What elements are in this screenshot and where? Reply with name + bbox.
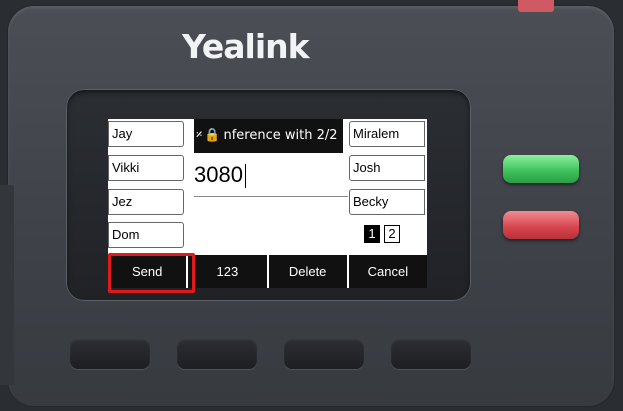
line-key-right-3[interactable]: Becky: [349, 189, 425, 215]
line-key-right-2[interactable]: Josh: [349, 155, 425, 181]
cancel-softkey[interactable]: Cancel: [348, 255, 427, 288]
line-key-left-2[interactable]: Vikki: [108, 155, 184, 181]
line-key-left-3[interactable]: Jez: [108, 189, 184, 215]
status-bar: 𝄎 🔒 nference with 2/2: [194, 119, 343, 153]
line-key-left-4[interactable]: Dom: [108, 222, 184, 248]
message-indicator-light: [518, 0, 554, 12]
brand-logo: Yealink: [182, 27, 310, 66]
dial-entry-value: 3080: [194, 162, 243, 187]
hardware-softkey-button-2[interactable]: [177, 339, 257, 369]
hardware-softkey-button-1[interactable]: [70, 339, 150, 369]
page-2-indicator[interactable]: 2: [384, 225, 400, 243]
answer-call-button[interactable]: [503, 155, 579, 183]
lock-icon: 🔒: [204, 128, 221, 143]
dial-entry-field[interactable]: 3080: [194, 154, 348, 196]
entry-underline: [194, 196, 348, 197]
hardware-softkey-button-4[interactable]: [391, 339, 471, 369]
hardware-softkey-button-3[interactable]: [284, 339, 364, 369]
numeric-mode-softkey[interactable]: 123: [188, 255, 267, 288]
page-indicator: 1 2: [364, 225, 400, 247]
send-highlight-box: [108, 253, 195, 293]
hangup-call-button[interactable]: [503, 211, 579, 239]
desk-edge: [0, 185, 14, 385]
line-key-left-1[interactable]: Jay: [108, 121, 184, 147]
status-title-row: 𝄎 🔒 nference with 2/2: [194, 119, 343, 153]
conference-title: nference with 2/2: [223, 128, 338, 143]
text-caret: [244, 164, 246, 189]
delete-softkey[interactable]: Delete: [268, 255, 347, 288]
line-key-right-1[interactable]: Miralem: [349, 121, 425, 147]
page-1-indicator[interactable]: 1: [364, 225, 380, 243]
headset-icon: 𝄎: [196, 128, 203, 143]
